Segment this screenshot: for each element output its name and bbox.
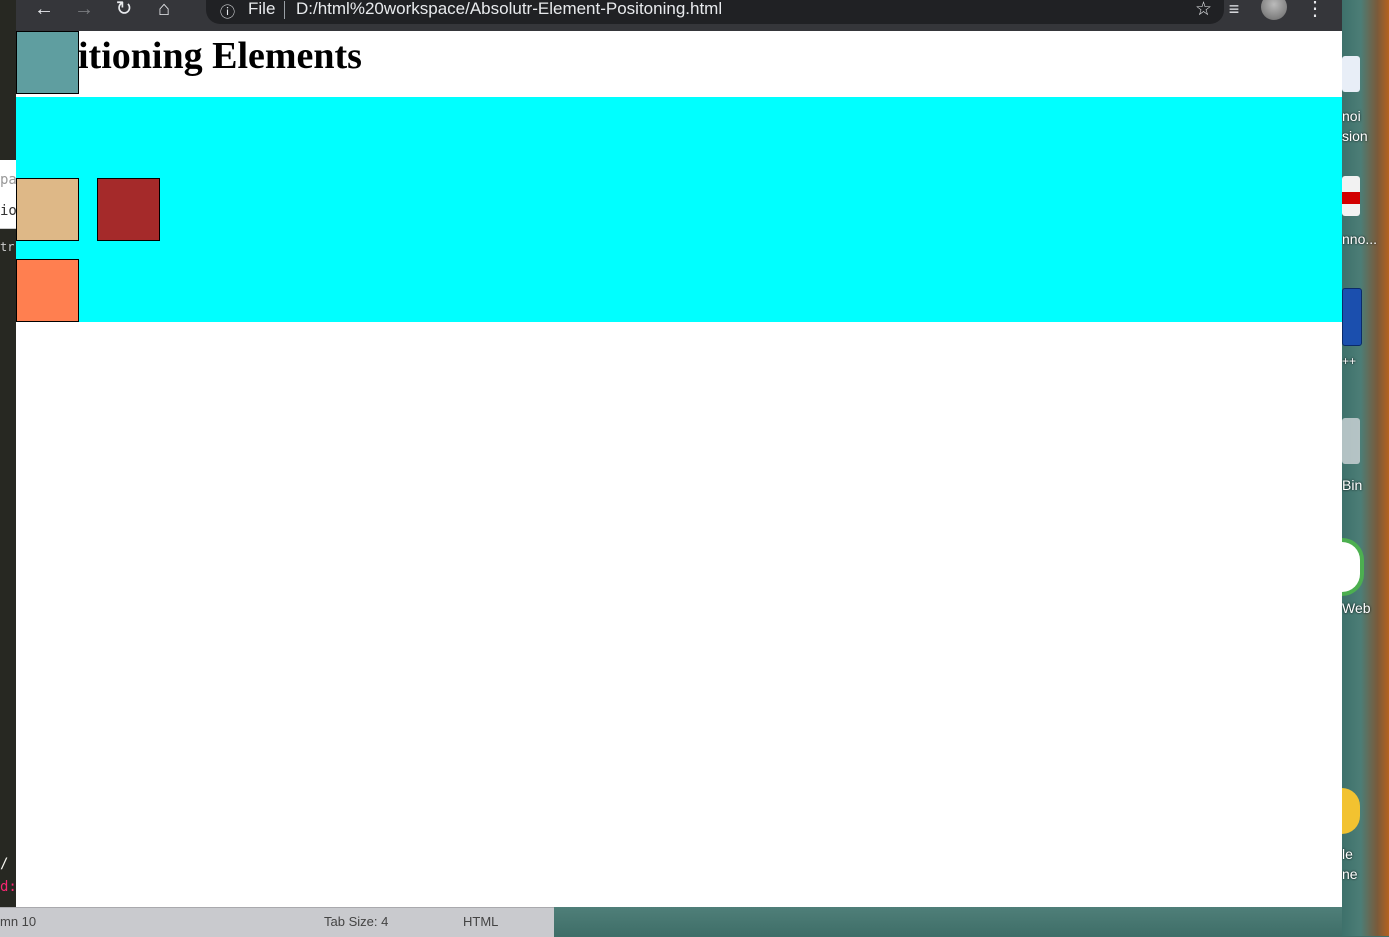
cyan-container [16,97,1342,322]
editor-popup-text-1: pa [0,172,16,188]
page-viewport: itioning Elements [16,31,1342,907]
cadet-blue-box [16,31,79,94]
brown-box [97,178,160,241]
status-tab-size[interactable]: Tab Size: 4 [324,914,388,929]
desktop-label-4[interactable]: ++ [1342,354,1389,368]
back-arrow-icon[interactable]: ← [30,0,58,22]
kebab-menu-icon[interactable]: ⋮ [1301,0,1329,22]
tan-box [16,178,79,241]
editor-status-bar: mn 10 Tab Size: 4 HTML [0,907,554,937]
desktop-label-3[interactable]: nno... [1342,231,1389,247]
forward-arrow-icon[interactable]: → [70,0,98,22]
star-icon[interactable]: ☆ [1195,0,1212,21]
desktop-label-1[interactable]: noi [1342,108,1389,124]
url-scheme-label: File [248,0,276,18]
address-separator [284,1,285,19]
desktop-label-2[interactable]: sion [1342,128,1389,144]
url-text[interactable]: D:/html%20workspace/Absolutr-Element-Pos… [296,0,722,19]
editor-tab-text: tr- [0,240,16,254]
status-cursor-column[interactable]: mn 10 [0,914,36,929]
editor-code-line-1: / [0,856,9,872]
page-heading: itioning Elements [78,35,362,77]
home-icon[interactable]: ⌂ [150,0,178,22]
desktop-label-5[interactable]: Bin [1342,477,1389,493]
code-editor-window: pa ior tr- / d: [0,0,16,907]
recycle-bin-icon[interactable] [1342,418,1360,464]
info-icon[interactable]: ⓘ [220,1,235,22]
profile-avatar[interactable] [1261,0,1287,20]
editor-popup-text-2: ior [0,203,16,219]
desktop-background-bottom [554,907,1342,936]
word-icon[interactable] [1342,288,1362,346]
browser-toolbar: ← → ↻ ⌂ ⓘ File D:/html%20workspace/Absol… [16,0,1342,31]
desktop-label-6[interactable]: Web [1342,600,1389,616]
status-language-mode[interactable]: HTML [463,914,498,929]
editor-code-line-2: d: [0,879,16,895]
desktop-label-8[interactable]: ne [1342,866,1389,882]
pdf-icon[interactable] [1342,176,1360,216]
document-icon[interactable] [1342,56,1360,92]
address-bar[interactable]: ⓘ File D:/html%20workspace/Absolutr-Elem… [206,0,1224,24]
coral-box [16,259,79,322]
desktop-label-7[interactable]: le [1342,846,1389,862]
reload-icon[interactable]: ↻ [110,0,138,22]
media-queue-icon[interactable]: ≡ [1220,0,1248,22]
